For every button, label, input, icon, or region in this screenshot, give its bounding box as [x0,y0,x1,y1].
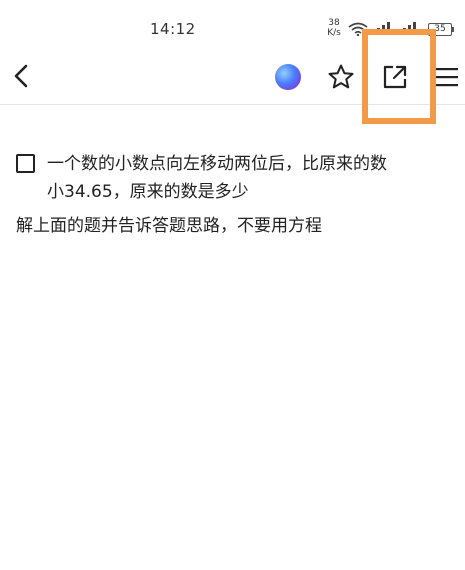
signal-icon [398,22,416,35]
network-speed-unit: K/s [327,28,341,38]
star-icon [328,64,354,89]
chevron-left-icon [14,64,28,88]
battery-indicator: 35 [428,23,454,36]
question-checkbox[interactable] [16,154,35,173]
instruction-text: 解上面的题并告诉答题思路，不要用方程 [16,216,322,236]
open-external-icon [383,65,407,89]
ai-assistant-icon [275,64,301,90]
back-button[interactable] [4,58,40,94]
page-content: 一个数的小数点向左移动两位后，比原来的数 小34.65，原来的数是多少 解上面的… [16,150,446,240]
ai-assistant-button[interactable] [272,61,304,93]
browser-toolbar [0,50,465,105]
signal-icon [372,22,390,35]
network-speed-value: 38 [328,18,340,28]
network-speed: 38 K/s [324,18,344,38]
question-text: 一个数的小数点向左移动两位后，比原来的数 小34.65，原来的数是多少 [47,150,442,206]
wifi-icon [348,22,368,36]
question-row: 一个数的小数点向左移动两位后，比原来的数 小34.65，原来的数是多少 [16,150,446,206]
bookmark-button[interactable] [322,58,360,96]
question-line-1: 一个数的小数点向左移动两位后，比原来的数 [47,154,387,174]
menu-icon [434,68,458,87]
question-line-2: 小34.65，原来的数是多少 [47,182,249,202]
status-time: 14:12 [150,20,196,38]
menu-button[interactable] [428,58,464,96]
status-bar: 14:12 38 K/s 35 [0,0,465,50]
open-external-button[interactable] [376,58,414,96]
